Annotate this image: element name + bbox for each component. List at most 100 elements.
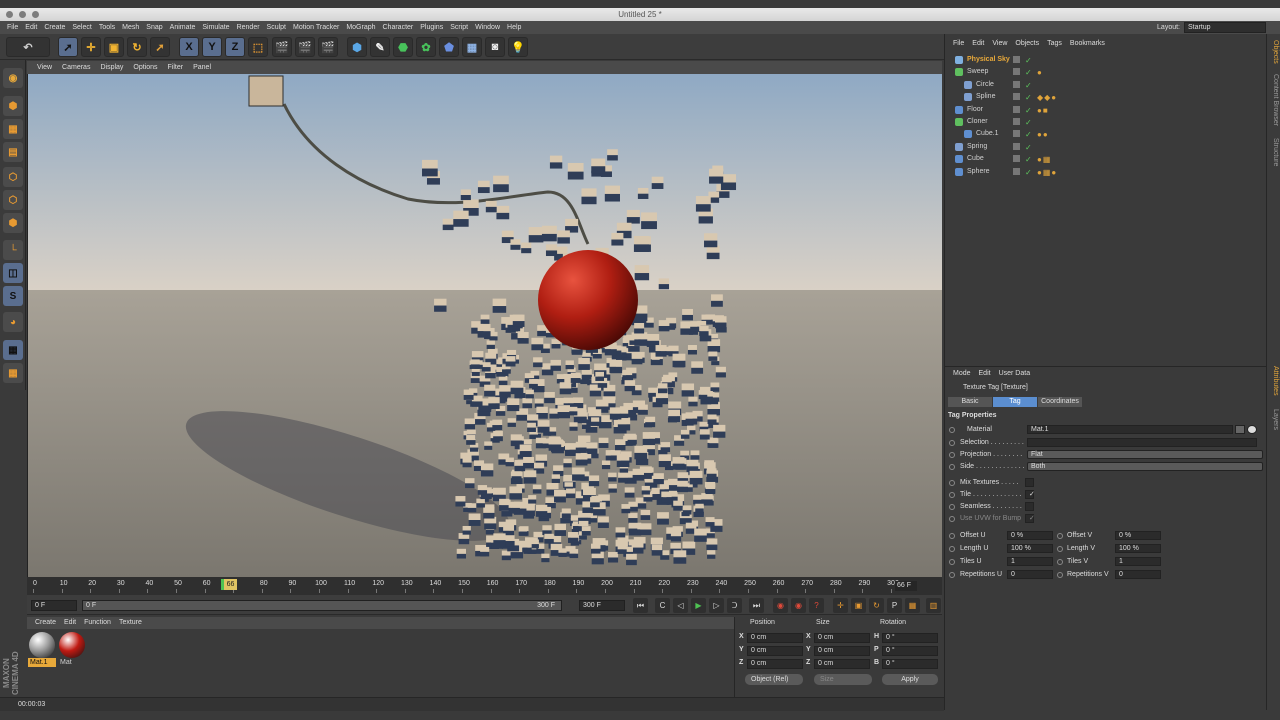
go-to-start-button[interactable]: ⏮ xyxy=(633,598,648,613)
material-arrow-button[interactable] xyxy=(1235,425,1245,434)
object-name[interactable]: Physical Sky xyxy=(967,54,1010,66)
uv-param-field[interactable]: 100 % xyxy=(1007,544,1053,553)
object-tags[interactable]: ●▦ xyxy=(1037,154,1051,166)
current-frame-marker[interactable]: 66 xyxy=(221,579,237,590)
anim-dot[interactable] xyxy=(1057,572,1063,578)
anim-dot[interactable] xyxy=(949,559,955,565)
menu-tools[interactable]: Tools xyxy=(99,24,115,31)
anim-dot[interactable] xyxy=(1057,546,1063,552)
use-uvw-bump-checkbox[interactable]: ✓ xyxy=(1025,514,1035,523)
enabled-check-icon[interactable]: ✓ xyxy=(1025,142,1032,154)
selection-field[interactable] xyxy=(1027,438,1257,447)
x-axis-lock[interactable]: X xyxy=(179,37,199,57)
move-tool[interactable]: ✛ xyxy=(81,37,101,57)
enabled-check-icon[interactable]: ✓ xyxy=(1025,154,1032,166)
anim-dot[interactable] xyxy=(1057,533,1063,539)
key-parameter-button[interactable]: P xyxy=(887,598,902,613)
mat-menu-edit[interactable]: Edit xyxy=(64,619,76,626)
seamless-checkbox[interactable] xyxy=(1025,502,1034,511)
anim-dot[interactable] xyxy=(949,440,955,446)
end-frame-field[interactable]: 300 F xyxy=(579,600,625,611)
rotate-tool[interactable]: ↻ xyxy=(127,37,147,57)
object-tags[interactable]: ●■ xyxy=(1037,105,1049,117)
render-settings-button[interactable]: 🎬 xyxy=(318,37,338,57)
tab-coordinates[interactable]: Coordinates xyxy=(1038,397,1082,407)
object-name[interactable]: Cube xyxy=(967,153,984,165)
anim-dot[interactable] xyxy=(949,546,955,552)
uv-param-field[interactable]: 0 % xyxy=(1115,531,1161,540)
object-tags[interactable]: ◆◆● xyxy=(1037,92,1057,104)
obj-menu-bookmarks[interactable]: Bookmarks xyxy=(1070,40,1105,47)
anim-dot[interactable] xyxy=(949,572,955,578)
start-frame-field[interactable]: 0 F xyxy=(31,600,77,611)
zoom-window-button[interactable] xyxy=(32,11,39,18)
menu-animate[interactable]: Animate xyxy=(170,24,196,31)
layer-swatch[interactable] xyxy=(1013,155,1020,163)
size-x-field[interactable]: 0 cm xyxy=(814,633,870,643)
autokey-button[interactable]: ◉ xyxy=(791,598,806,613)
solo-button[interactable]: ◕ xyxy=(3,312,23,332)
coordinate-mode-select[interactable]: Object (Rel) xyxy=(745,674,803,685)
anim-dot[interactable] xyxy=(949,504,955,510)
model-mode-button[interactable]: ⬢ xyxy=(3,96,23,116)
material-clear-button[interactable] xyxy=(1247,425,1257,434)
menu-script[interactable]: Script xyxy=(450,24,468,31)
mix-textures-checkbox[interactable] xyxy=(1025,478,1034,487)
rot-p-field[interactable]: 0 ° xyxy=(882,646,938,656)
uv-param-field[interactable]: 1 xyxy=(1007,557,1053,566)
enabled-check-icon[interactable]: ✓ xyxy=(1025,67,1032,79)
timeline-ruler[interactable]: 0 10 20 30 40 50 60 80 90 100 110 120 130 140 150 160 17… xyxy=(27,577,942,595)
viewport-menu-options[interactable]: Options xyxy=(133,64,157,71)
object-name[interactable]: Cloner xyxy=(967,116,988,128)
keyframe-selection-button[interactable]: ? xyxy=(809,598,824,613)
object-tags[interactable]: ●▦● xyxy=(1037,167,1057,179)
layer-swatch[interactable] xyxy=(1013,68,1020,76)
record-active-button[interactable]: ◉ xyxy=(773,598,788,613)
object-row[interactable]: Sweep ✓ ● xyxy=(945,66,1267,78)
anim-dot[interactable] xyxy=(949,427,955,433)
object-row[interactable]: Sphere ✓ ●▦● xyxy=(945,166,1267,178)
z-axis-lock[interactable]: Z xyxy=(225,37,245,57)
pos-z-field[interactable]: 0 cm xyxy=(747,659,803,669)
tab-tag[interactable]: Tag xyxy=(993,397,1037,407)
key-position-button[interactable]: ✛ xyxy=(833,598,848,613)
menu-render[interactable]: Render xyxy=(237,24,260,31)
layer-swatch[interactable] xyxy=(1013,105,1020,113)
object-row[interactable]: Spring ✓ xyxy=(945,141,1267,153)
subdivision-surface-button[interactable]: ⬣ xyxy=(393,37,413,57)
attr-menu-mode[interactable]: Mode xyxy=(953,370,971,377)
anim-dot[interactable] xyxy=(949,464,955,470)
layer-swatch[interactable] xyxy=(1013,142,1020,150)
uv-param-field[interactable]: 1 xyxy=(1115,557,1161,566)
object-row[interactable]: Physical Sky ✓ xyxy=(945,54,1267,66)
rot-h-field[interactable]: 0 ° xyxy=(882,633,938,643)
object-name[interactable]: Floor xyxy=(967,104,983,116)
y-axis-lock[interactable]: Y xyxy=(202,37,222,57)
side-tab-content-browser[interactable]: Content Browser xyxy=(1269,74,1279,126)
size-y-field[interactable]: 0 cm xyxy=(814,646,870,656)
scale-tool[interactable]: ▣ xyxy=(104,37,124,57)
side-select[interactable]: Both xyxy=(1027,462,1263,471)
menu-mesh[interactable]: Mesh xyxy=(122,24,139,31)
key-rotation-button[interactable]: ↻ xyxy=(869,598,884,613)
mat-menu-texture[interactable]: Texture xyxy=(119,619,142,626)
anim-dot[interactable] xyxy=(949,533,955,539)
object-row[interactable]: Cube.1 ✓ ●● xyxy=(945,128,1267,140)
layer-swatch[interactable] xyxy=(1013,80,1020,88)
side-tab-objects[interactable]: Objects xyxy=(1269,40,1279,64)
layer-swatch[interactable] xyxy=(1013,118,1020,125)
size-mode-select[interactable]: Size xyxy=(814,674,872,685)
enabled-check-icon[interactable]: ✓ xyxy=(1025,105,1032,117)
enabled-check-icon[interactable]: ✓ xyxy=(1025,167,1032,179)
anim-dot[interactable] xyxy=(949,516,955,522)
side-tab-layers[interactable]: Layers xyxy=(1269,409,1279,430)
tab-basic[interactable]: Basic xyxy=(948,397,992,407)
uv-param-field[interactable]: 0 xyxy=(1007,570,1053,579)
obj-menu-file[interactable]: File xyxy=(953,40,964,47)
snap-button[interactable]: S xyxy=(3,286,23,306)
spline-pen-button[interactable]: ✎ xyxy=(370,37,390,57)
obj-menu-edit[interactable]: Edit xyxy=(972,40,984,47)
workplane-align-button[interactable]: ▦ xyxy=(3,363,23,383)
texture-mode-button[interactable]: ▦ xyxy=(3,119,23,139)
play-button[interactable]: ▶ xyxy=(691,598,706,613)
